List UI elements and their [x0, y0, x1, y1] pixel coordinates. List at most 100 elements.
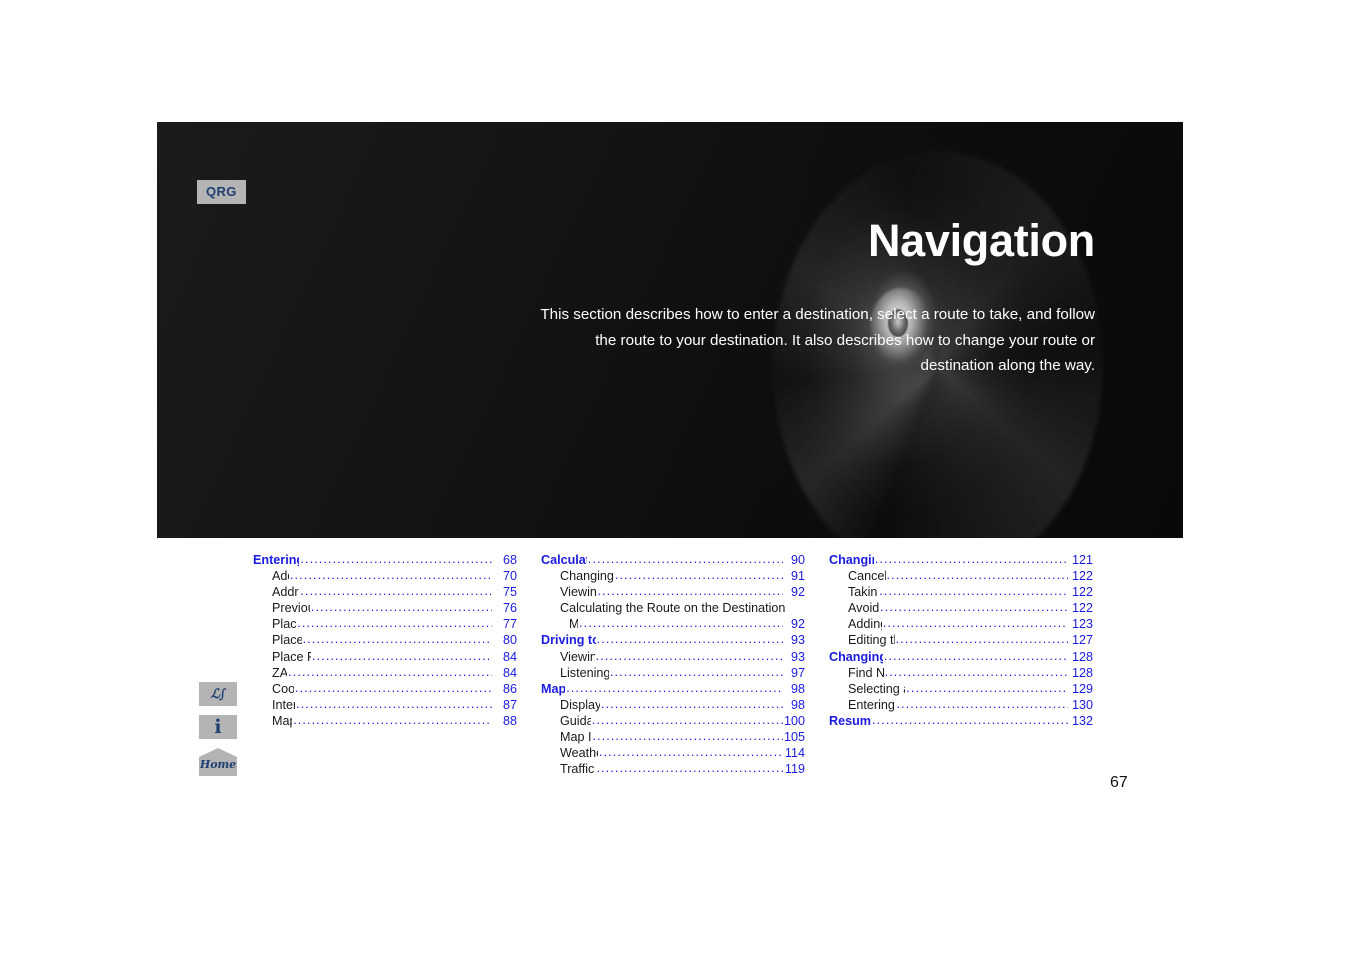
qrg-badge: QRG — [197, 180, 246, 204]
toc-entry-label: Entering a New Destination — [848, 697, 895, 712]
toc-leader-dots: ........................................… — [300, 552, 492, 566]
toc-page-number: 84 — [502, 649, 517, 664]
toc-heading-row[interactable]: Changing Your Route.....................… — [829, 552, 1093, 568]
toc-entry-row[interactable]: Avoiding Streets........................… — [829, 600, 1093, 616]
toc-entry-row[interactable]: Changing the Route Preference...........… — [541, 568, 805, 584]
toc-page-number: 129 — [1071, 681, 1093, 696]
toc-page-number: 122 — [1071, 569, 1093, 584]
voice-command-glyph: ℒ∫ — [210, 686, 227, 702]
toc-leader-dots: ........................................… — [579, 616, 783, 631]
toc-entry-label: Changing the Route Preference — [560, 569, 614, 584]
toc-entry-row[interactable]: Listening to Voice Guidance.............… — [541, 665, 805, 681]
toc-page-number: 122 — [1071, 585, 1093, 600]
toc-entry-row[interactable]: Entering a New Destination..............… — [829, 697, 1093, 713]
toc-leader-dots: ........................................… — [302, 632, 492, 647]
toc-leader-dots: ........................................… — [296, 696, 492, 711]
toc-entry-row[interactable]: Intersection............................… — [253, 697, 517, 713]
page-title: Navigation — [867, 215, 1095, 266]
toc-leader-dots: ........................................… — [591, 712, 783, 727]
toc-entry-label: Adding Waypoints — [848, 617, 882, 632]
toc-entry-row[interactable]: Place Name..............................… — [253, 616, 517, 632]
toc-leader-dots: ........................................… — [295, 680, 492, 695]
toc-entry-label: Intersection — [272, 697, 296, 712]
toc-entry-row[interactable]: Coordinate..............................… — [253, 681, 517, 697]
toc-heading-row[interactable]: Driving to Your Destination.............… — [541, 632, 805, 648]
toc-entry-row[interactable]: Address.................................… — [253, 568, 517, 584]
toc-entry-label: Place Name — [272, 617, 297, 632]
page-number: 67 — [1110, 774, 1128, 791]
toc-entry-row[interactable]: Map Input...............................… — [253, 713, 517, 729]
chapter-hero-banner: QRG Navigation This section describes ho… — [157, 122, 1183, 538]
toc-heading-row[interactable]: Map Menu................................… — [541, 681, 805, 697]
toc-column-2: Calculating the Route...................… — [541, 552, 805, 777]
toc-entry-row[interactable]: Map.....................................… — [541, 616, 805, 632]
toc-entry-label: Changing Your Destination — [829, 649, 883, 664]
toc-column-3: Changing Your Route.....................… — [829, 552, 1093, 777]
toc-entry-label: Avoiding Streets — [848, 601, 880, 616]
toc-leader-dots: ........................................… — [879, 584, 1068, 599]
toc-entry-row[interactable]: Viewing the Routes......................… — [541, 584, 805, 600]
toc-entry-row[interactable]: Calculating the Route on the Destination — [541, 600, 805, 616]
toc-page-number: 77 — [502, 617, 517, 632]
toc-leader-dots: ........................................… — [293, 712, 492, 727]
toc-heading-row[interactable]: Calculating the Route...................… — [541, 552, 805, 568]
toc-entry-row[interactable]: Selecting a Destination on the Map......… — [829, 681, 1093, 697]
toc-entry-row[interactable]: Map Information.........................… — [541, 729, 805, 745]
toc-page-number: 130 — [1071, 697, 1093, 712]
toc-entry-label: ZAGAT — [272, 665, 288, 680]
toc-entry-label: Calculating the Route on the Destination — [560, 601, 786, 616]
icon-rail: ℒ∫ i Home — [199, 682, 237, 776]
toc-page-number: 75 — [502, 585, 517, 600]
toc-page-number: 105 — [783, 730, 805, 745]
toc-entry-label: Place Phone Number — [272, 649, 311, 664]
toc-leader-dots: ........................................… — [884, 664, 1068, 679]
toc-entry-label: Address — [272, 569, 289, 584]
toc-entry-row[interactable]: Guidance Menu...........................… — [541, 713, 805, 729]
toc-entry-label: Previous Destination — [272, 601, 310, 616]
toc-entry-label: Resuming Your Trip — [829, 713, 871, 728]
toc-leader-dots: ........................................… — [587, 552, 783, 566]
toc-entry-row[interactable]: ZAGAT...................................… — [253, 665, 517, 681]
toc-leader-dots: ........................................… — [906, 680, 1068, 695]
information-glyph: i — [214, 715, 222, 738]
toc-entry-row[interactable]: Address Book............................… — [253, 584, 517, 600]
toc-entry-label: Traffic Rerouting™ — [560, 762, 595, 777]
toc-entry-row[interactable]: Viewing the Route.......................… — [541, 649, 805, 665]
toc-entry-row[interactable]: Find Nearest Place......................… — [829, 665, 1093, 681]
toc-entry-row[interactable]: Previous Destination....................… — [253, 600, 517, 616]
toc-entry-label: Entering a Destination — [253, 553, 300, 567]
chapter-description: This section describes how to enter a de… — [540, 306, 1095, 375]
toc-page-number: 132 — [1071, 713, 1093, 728]
toc-entry-label: Map — [569, 617, 579, 632]
toc-entry-row[interactable]: Canceling the Route.....................… — [829, 568, 1093, 584]
toc-entry-row[interactable]: Displaying Map Menu.....................… — [541, 697, 805, 713]
toc-leader-dots: ........................................… — [288, 664, 492, 679]
home-label: Home — [199, 758, 237, 771]
table-of-contents: Entering a Destination..................… — [253, 552, 1093, 777]
toc-entry-label: Listening to Voice Guidance — [560, 665, 609, 680]
toc-entry-row[interactable]: Place Category..........................… — [253, 632, 517, 648]
toc-leader-dots: ........................................… — [874, 552, 1068, 566]
toc-page-number: 70 — [502, 569, 517, 584]
toc-leader-dots: ........................................… — [883, 648, 1068, 663]
toc-leader-dots: ........................................… — [300, 584, 492, 599]
toc-page-number: 92 — [790, 585, 805, 600]
toc-entry-row[interactable]: Weather Information.....................… — [541, 745, 805, 761]
toc-entry-label: Taking a Detour — [848, 585, 878, 600]
toc-heading-row[interactable]: Entering a Destination..................… — [253, 552, 517, 568]
toc-entry-row[interactable]: Editing the Destination List............… — [829, 632, 1093, 648]
toc-page-number: 84 — [502, 665, 517, 680]
toc-entry-label: Changing Your Route — [829, 553, 874, 567]
toc-page-number: 93 — [790, 649, 805, 664]
toc-entry-label: Driving to Your Destination — [541, 633, 596, 648]
toc-entry-row[interactable]: Taking a Detour.........................… — [829, 584, 1093, 600]
toc-leader-dots: ........................................… — [592, 729, 783, 744]
toc-entry-row[interactable]: Place Phone Number......................… — [253, 649, 517, 665]
toc-entry-row[interactable]: Adding Waypoints........................… — [829, 616, 1093, 632]
toc-heading-row[interactable]: Changing Your Destination...............… — [829, 649, 1093, 665]
toc-entry-label: Weather Information — [560, 746, 598, 761]
toc-page-number: 68 — [502, 553, 517, 567]
toc-entry-row[interactable]: Traffic Rerouting™......................… — [541, 761, 805, 777]
toc-page-number: 128 — [1071, 649, 1093, 664]
toc-heading-row[interactable]: Resuming Your Trip......................… — [829, 713, 1093, 729]
